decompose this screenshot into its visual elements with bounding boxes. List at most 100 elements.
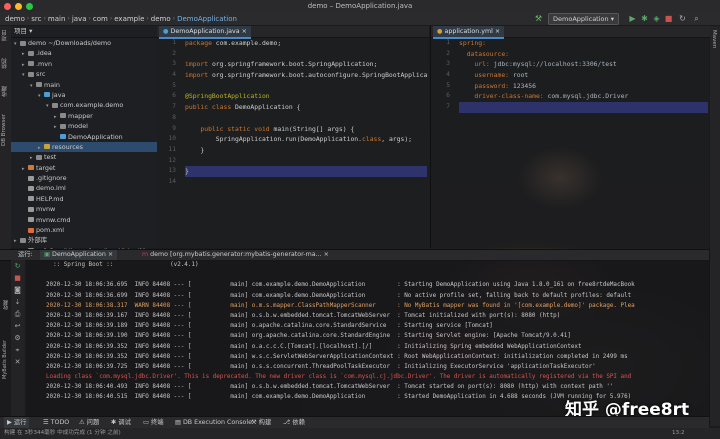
print-icon[interactable]: ⎙ (13, 310, 22, 319)
build-hammer-icon[interactable]: ⚒ (534, 14, 543, 23)
tool-project[interactable]: 项目 (1, 30, 9, 41)
project-panel-header[interactable]: 项目 ▾ (11, 26, 157, 38)
run-console[interactable]: :: Spring Boot :: (v2.4.1) 2020-12-30 18:… (26, 260, 709, 416)
tree-item[interactable]: pom.xml (11, 225, 157, 235)
code-line[interactable] (185, 113, 427, 124)
tool-mybatis-builder[interactable]: MyBatis Builder (2, 340, 8, 379)
tree-item[interactable]: ▾ demo ~/Downloads/demo (11, 38, 157, 48)
status-bar: 构建 在 3秒344毫秒 中成功完成 (1 分钟 之前) 13:2 (0, 428, 720, 439)
tool-run[interactable]: ▶ 运行 (4, 417, 30, 428)
code-line[interactable]: datasource: (459, 49, 708, 60)
folder-icon (36, 154, 42, 160)
coverage-icon[interactable]: ◈ (652, 14, 661, 23)
stop-icon[interactable]: ■ (664, 14, 673, 23)
tool-dependencies[interactable]: ⎇ 依赖 (280, 417, 308, 428)
run-config-select[interactable]: DemoApplication ▾ (548, 13, 619, 25)
tool-maven[interactable]: Maven (711, 30, 717, 48)
code-line[interactable]: public static void main(String[] args) { (185, 124, 427, 135)
code-token: jdbc:mysql://localhost:3306/test (493, 60, 617, 69)
code-line[interactable]: username: root (459, 70, 708, 81)
pin-icon[interactable]: ⌖ (13, 346, 22, 355)
folder-icon (28, 71, 34, 77)
stop-icon[interactable]: ■ (13, 274, 22, 283)
code-line[interactable] (185, 156, 427, 167)
search-icon[interactable]: ⌕ (692, 14, 701, 23)
tree-item[interactable]: ▸ model (11, 121, 157, 131)
line-numbers: 1 2 3 4 5 6 7 (431, 38, 455, 248)
tree-item[interactable]: .gitignore (11, 173, 157, 183)
trash-icon[interactable]: ✕ (13, 358, 22, 367)
tree-item[interactable]: ▾ java (11, 90, 157, 100)
code-line[interactable]: } (185, 166, 427, 177)
target-icon (28, 165, 34, 171)
breadcrumb-item[interactable]: com (91, 15, 110, 23)
camera-icon[interactable]: ◙ (13, 286, 22, 295)
tool-debug[interactable]: ✱ 调试 (108, 417, 134, 428)
run-tab-mybatis-generator[interactable]: m demo [org.mybatis.generator:mybatis-ge… (138, 250, 333, 260)
cursor-position[interactable]: 13:2 (672, 428, 685, 439)
code-line[interactable] (185, 49, 427, 60)
code-line[interactable]: public class DemoApplication { (185, 102, 427, 113)
right-tool-strip: Maven (709, 26, 720, 426)
soft-wrap-icon[interactable]: ↩ (13, 322, 22, 331)
code-line[interactable]: @SpringBootApplication (185, 91, 427, 102)
breadcrumb-item[interactable]: main (46, 15, 68, 23)
tree-item[interactable]: demo.iml (11, 183, 157, 193)
breadcrumb-item[interactable]: demo (3, 15, 27, 23)
breadcrumb-item-class[interactable]: DemoApplication (175, 15, 239, 23)
breadcrumb-item[interactable]: example (112, 15, 146, 23)
code-line[interactable] (185, 81, 427, 92)
run-icon[interactable]: ▶ (628, 14, 637, 23)
tree-item[interactable]: mvnw.cmd (11, 215, 157, 225)
code-line[interactable]: SpringApplication.run(DemoApplication.cl… (185, 134, 427, 145)
code-line[interactable] (185, 177, 427, 188)
tree-item[interactable]: ▸ .mvn (11, 59, 157, 69)
tool-terminal[interactable]: ▭ 终端 (140, 417, 167, 428)
tree-item[interactable]: ▸ test (11, 152, 157, 162)
code-line[interactable]: spring: (459, 38, 708, 49)
tree-item[interactable]: HELP.md (11, 194, 157, 204)
breadcrumb-item[interactable]: java (70, 15, 89, 23)
rerun-icon[interactable]: ↻ (13, 262, 22, 271)
tool-favorites[interactable]: 收藏 (1, 86, 9, 97)
code-line[interactable]: url: jdbc:mysql://localhost:3306/test (459, 59, 708, 70)
run-toolbar: ↻ ■ ◙ ⇣ ⎙ ↩ ⚙ ⌖ ✕ (11, 260, 25, 416)
code-line[interactable]: package com.example.demo; (185, 38, 427, 49)
tree-item[interactable]: ▾ src (11, 69, 157, 79)
breadcrumb-item[interactable]: demo (149, 15, 173, 23)
code-line[interactable]: password: 123456 (459, 81, 708, 92)
console-line: 2020-12-30 18:06:36.695 INFO 84408 --- [… (46, 282, 635, 289)
update-icon[interactable]: ↻ (678, 14, 687, 23)
tree-item[interactable]: ▸ target (11, 163, 157, 173)
tree-item[interactable]: ▸ mapper (11, 111, 157, 121)
code-line[interactable] (459, 102, 708, 113)
code-line[interactable]: import org.springframework.boot.SpringAp… (185, 59, 427, 70)
tree-item[interactable]: ▸ 外部库 (11, 235, 157, 245)
tree-item[interactable]: ▸ .idea (11, 48, 157, 58)
tool-problems[interactable]: ⚠ 问题 (76, 417, 102, 428)
code-token: @SpringBootApplication (185, 92, 270, 101)
tree-item[interactable]: mvnw (11, 204, 157, 214)
code-area[interactable]: package com.example.demo; import org.spri… (185, 38, 427, 248)
tool-structure[interactable]: 结构 (1, 58, 9, 69)
code-line[interactable]: } (185, 145, 427, 156)
breadcrumb-item[interactable]: src (29, 15, 43, 23)
tree-item[interactable]: ▾ com.example.demo (11, 100, 157, 110)
tree-item[interactable]: DemoApplication (11, 132, 157, 142)
tree-item[interactable]: ▸ resources (11, 141, 157, 153)
code-line[interactable]: driver-class-name: com.mysql.jdbc.Driver (459, 91, 708, 102)
tree-item-label: pom.xml (36, 226, 65, 235)
tool-build[interactable]: ⚒ 构建 (248, 417, 274, 428)
code-token: com.example.demo; (215, 39, 282, 47)
yaml-code-area[interactable]: spring: datasource: url: jdbc:mysql://lo… (459, 38, 708, 248)
tree-item[interactable]: ▾ main (11, 80, 157, 90)
tool-favorites-bottom[interactable]: 收藏 (2, 300, 9, 310)
tool-db-console[interactable]: ▤ DB Execution Console (172, 417, 255, 428)
tool-todo[interactable]: ☰ TODO (40, 417, 72, 428)
code-line[interactable]: import org.springframework.boot.autoconf… (185, 70, 427, 81)
settings-icon[interactable]: ⚙ (13, 334, 22, 343)
tool-db-browser[interactable]: DB Browser (1, 114, 7, 146)
debug-icon[interactable]: ✱ (640, 14, 649, 23)
scroll-end-icon[interactable]: ⇣ (13, 298, 22, 307)
run-tab-demoapplication[interactable]: ▣ DemoApplication × (40, 250, 118, 260)
